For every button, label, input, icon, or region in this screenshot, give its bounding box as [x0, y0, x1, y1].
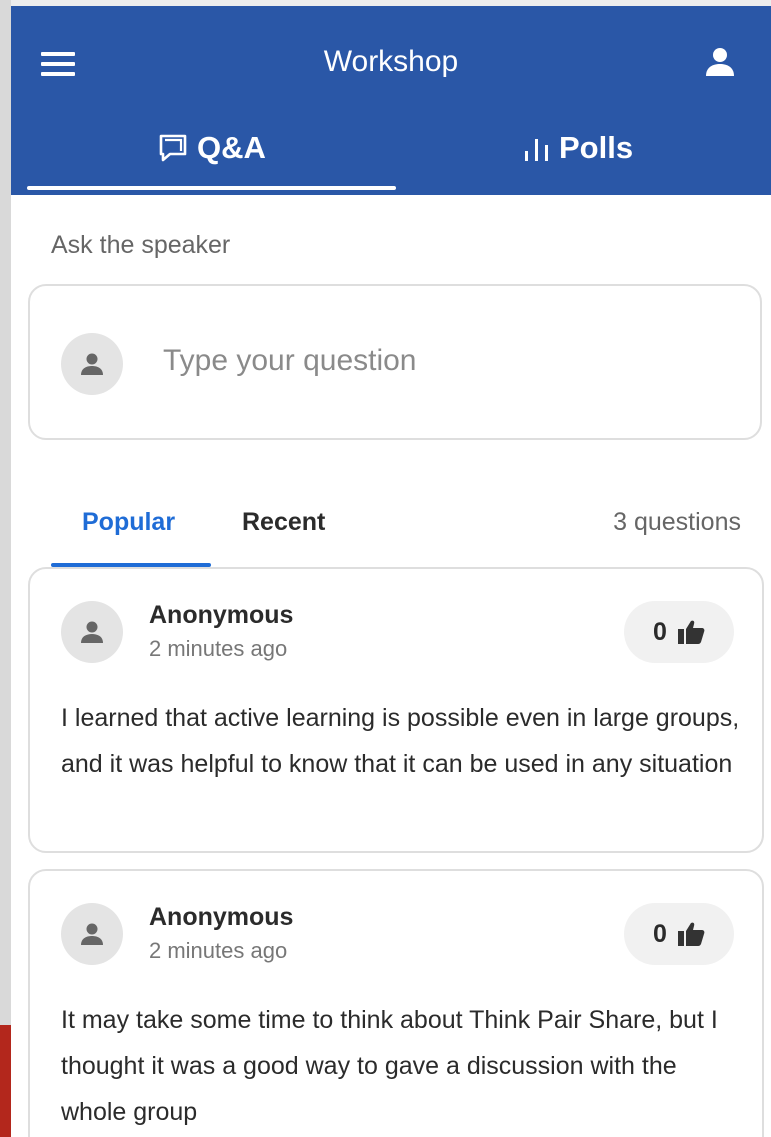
sort-tab-recent[interactable]: Recent: [242, 506, 325, 538]
question-card: Anonymous 2 minutes ago 0 It may take so…: [28, 869, 764, 1137]
chat-bubble-icon: [159, 134, 187, 162]
question-text: I learned that active learning is possib…: [61, 704, 740, 778]
tab-polls-label: Polls: [559, 130, 634, 165]
sort-tab-popular[interactable]: Popular: [82, 506, 175, 538]
like-count: 0: [653, 617, 667, 646]
active-tab-indicator: [27, 186, 396, 190]
bar-chart-icon: [525, 139, 548, 161]
qa-app: Workshop Q&A Polls Ask the speaker Type …: [11, 6, 771, 1137]
question-count: 3 questions: [613, 508, 741, 536]
tab-qa-label: Q&A: [197, 130, 266, 165]
question-time: 2 minutes ago: [149, 938, 288, 963]
person-icon: [81, 621, 103, 643]
tab-qa[interactable]: Q&A: [157, 126, 266, 170]
like-count: 0: [653, 919, 667, 948]
question-input[interactable]: [163, 338, 723, 384]
app-header: Workshop Q&A Polls: [11, 6, 771, 195]
tab-polls[interactable]: Polls: [523, 126, 633, 170]
person-icon: [81, 353, 103, 375]
question-author: Anonymous: [149, 601, 294, 629]
person-icon: [81, 923, 103, 945]
ask-label: Ask the speaker: [51, 231, 231, 259]
person-icon[interactable]: [705, 47, 735, 77]
avatar: [61, 333, 123, 395]
like-button[interactable]: 0: [624, 903, 734, 965]
thumbs-up-icon: [677, 922, 705, 946]
like-button[interactable]: 0: [624, 601, 734, 663]
avatar: [61, 903, 123, 965]
question-author: Anonymous: [149, 903, 294, 931]
question-time: 2 minutes ago: [149, 636, 288, 661]
page-title: Workshop: [323, 45, 459, 78]
avatar: [61, 601, 123, 663]
question-text: It may take some time to think about Thi…: [61, 1006, 718, 1126]
page: Workshop Q&A Polls Ask the speaker Type …: [0, 0, 771, 1137]
question-card: Anonymous 2 minutes ago 0 I learned that…: [28, 567, 764, 853]
background-fragment: [0, 1025, 11, 1137]
thumbs-up-icon: [677, 620, 705, 644]
ask-card: [28, 284, 762, 440]
left-edge: [0, 0, 11, 1137]
